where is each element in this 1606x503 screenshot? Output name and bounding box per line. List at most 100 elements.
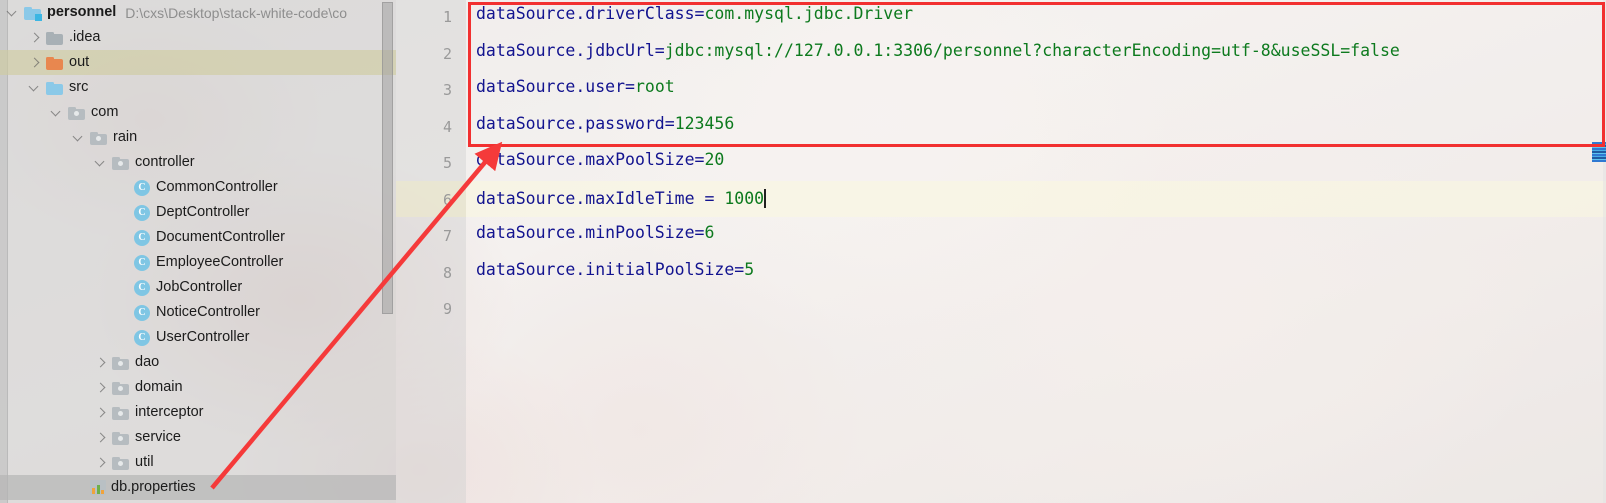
java-class-icon: C <box>134 279 150 296</box>
text-caret <box>764 188 766 208</box>
tree-item-rain[interactable]: rain <box>0 125 396 150</box>
code-line-5[interactable]: dataSource.maxPoolSize=20 <box>476 150 725 169</box>
property-key: dataSource.maxIdleTime = <box>476 188 725 208</box>
project-tree-list[interactable]: personnel D:\cxs\Desktop\stack-white-code… <box>0 0 396 500</box>
package-icon <box>90 131 107 145</box>
tree-item-label: DeptController <box>156 204 250 221</box>
tree-item-label: domain <box>135 379 183 396</box>
tree-item-label: interceptor <box>135 404 204 421</box>
property-key: dataSource.password= <box>476 113 675 133</box>
tree-item-label: com <box>91 104 119 121</box>
tree-item-label: personnel <box>47 4 117 21</box>
code-editor[interactable]: 123456 7 8 9 dataSource.driverClass=com.mys… <box>396 0 1606 503</box>
property-key: dataSource.maxPoolSize= <box>476 150 705 169</box>
tree-item-commoncontroller[interactable]: C CommonController <box>0 175 396 200</box>
no-chevron <box>116 206 129 219</box>
property-key: dataSource.user= <box>476 77 635 96</box>
chevron-right-icon[interactable] <box>94 456 107 469</box>
tree-item-label: UserController <box>156 329 250 346</box>
folder-orange-icon <box>46 56 63 70</box>
property-key: dataSource.driverClass= <box>476 4 705 23</box>
code-line-3[interactable]: dataSource.user=root <box>476 77 675 96</box>
project-path-label: D:\cxs\Desktop\stack-white-code\co <box>125 4 348 21</box>
java-class-icon: C <box>134 204 150 221</box>
tree-item-label: rain <box>113 129 138 146</box>
tree-item-domain[interactable]: domain <box>0 375 396 400</box>
tree-item-db-properties[interactable]: db.properties <box>0 475 396 500</box>
tree-item-dao[interactable]: dao <box>0 350 396 375</box>
tree-item-employeecontroller[interactable]: C EmployeeController <box>0 250 396 275</box>
chevron-down-icon[interactable] <box>72 131 85 144</box>
tree-item-controller[interactable]: controller <box>0 150 396 175</box>
tree-item-service[interactable]: service <box>0 425 396 450</box>
java-class-icon: C <box>134 179 150 196</box>
java-class-icon: C <box>134 329 150 346</box>
tree-item--idea[interactable]: .idea <box>0 25 396 50</box>
editor-line-number-gutter[interactable]: 1 2 3 4 5 6 7 8 9 <box>396 0 466 503</box>
chevron-down-icon[interactable] <box>94 156 107 169</box>
java-class-icon: C <box>134 254 150 271</box>
package-icon <box>112 381 129 395</box>
line-number: 5 <box>442 154 452 172</box>
editor-minimap-strip[interactable] <box>1592 142 1606 162</box>
code-line-4[interactable]: dataSource.password=123456 <box>476 113 735 133</box>
property-key: dataSource.minPoolSize= <box>476 223 705 242</box>
no-chevron <box>116 306 129 319</box>
code-line-6[interactable]: dataSource.maxIdleTime = 1000 <box>476 188 766 208</box>
package-icon <box>112 431 129 445</box>
property-key: dataSource.jdbcUrl= <box>476 40 665 60</box>
tree-item-documentcontroller[interactable]: C DocumentController <box>0 225 396 250</box>
no-chevron <box>116 181 129 194</box>
code-line-7[interactable]: dataSource.minPoolSize=6 <box>476 223 714 242</box>
chevron-down-icon[interactable] <box>50 106 63 119</box>
tree-item-label: src <box>69 79 89 96</box>
chevron-down-icon[interactable] <box>6 6 19 19</box>
tree-item-label: service <box>135 429 181 446</box>
property-value: com.mysql.jdbc.Driver <box>704 4 914 23</box>
tree-item-label: NoticeController <box>156 304 260 321</box>
tree-item-jobcontroller[interactable]: C JobController <box>0 275 396 300</box>
line-number: 3 <box>442 81 452 99</box>
folder-blue-icon <box>46 81 63 95</box>
tree-item-label: .idea <box>69 29 101 46</box>
tree-item-interceptor[interactable]: interceptor <box>0 400 396 425</box>
tree-item-personnel[interactable]: personnel D:\cxs\Desktop\stack-white-code… <box>0 0 396 25</box>
line-number: 8 <box>442 263 452 282</box>
tree-item-noticecontroller[interactable]: C NoticeController <box>0 300 396 325</box>
tree-item-label: out <box>69 54 90 71</box>
property-key: dataSource.initialPoolSize= <box>476 259 745 279</box>
code-line-8[interactable]: dataSource.initialPoolSize=5 <box>476 259 754 279</box>
code-line-1[interactable]: dataSource.driverClass=com.mysql.jdbc.Dr… <box>476 4 914 23</box>
tree-item-src[interactable]: src <box>0 75 396 100</box>
chevron-right-icon[interactable] <box>94 356 107 369</box>
chevron-right-icon[interactable] <box>94 406 107 419</box>
chevron-right-icon[interactable] <box>28 56 41 69</box>
no-chevron <box>116 231 129 244</box>
tree-item-label: JobController <box>156 279 243 296</box>
chevron-right-icon[interactable] <box>94 381 107 394</box>
tree-item-com[interactable]: com <box>0 100 396 125</box>
tree-item-label: dao <box>135 354 160 371</box>
chevron-right-icon[interactable] <box>94 431 107 444</box>
tree-item-label: db.properties <box>111 479 196 496</box>
code-line-2[interactable]: dataSource.jdbcUrl=jdbc:mysql://127.0.0.… <box>476 40 1400 60</box>
property-value: 123456 <box>674 113 735 133</box>
chevron-down-icon[interactable] <box>28 81 41 94</box>
chevron-right-icon[interactable] <box>28 31 41 44</box>
package-icon <box>112 156 129 170</box>
tree-item-deptcontroller[interactable]: C DeptController <box>0 200 396 225</box>
tree-item-label: controller <box>135 154 195 171</box>
package-icon <box>112 406 129 420</box>
tree-item-label: DocumentController <box>156 229 285 246</box>
property-value: 20 <box>704 150 725 169</box>
tree-item-util[interactable]: util <box>0 450 396 475</box>
project-tree-panel[interactable]: personnel D:\cxs\Desktop\stack-white-code… <box>0 0 396 503</box>
tree-item-label: CommonController <box>156 179 278 196</box>
folder-module-icon <box>24 6 42 21</box>
project-tree-scrollbar[interactable] <box>382 2 393 314</box>
tree-item-out[interactable]: out <box>0 50 396 75</box>
line-number: 7 <box>442 227 452 245</box>
editor-text-area[interactable]: dataSource.driverClass=com.mysql.jdbc.Dr… <box>466 0 1606 503</box>
line-number: 9 <box>442 300 452 318</box>
tree-item-usercontroller[interactable]: C UserController <box>0 325 396 350</box>
